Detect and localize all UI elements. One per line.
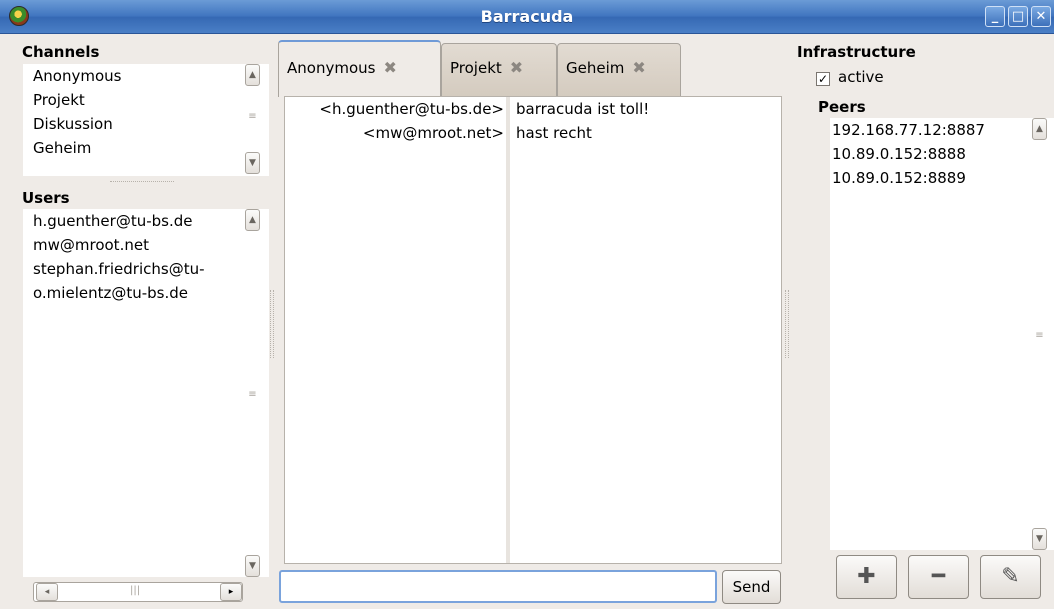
minus-icon: ━ bbox=[931, 564, 946, 589]
chat-view[interactable]: <h.guenther@tu-bs.de> <mw@mroot.net> barr… bbox=[284, 96, 782, 564]
title-bar[interactable]: Barracuda _ □ ✕ bbox=[0, 0, 1054, 34]
active-checkbox[interactable]: ✓ bbox=[816, 72, 830, 86]
scroll-grip-icon: ≡ bbox=[1035, 330, 1044, 341]
user-item[interactable]: o.mielentz@tu-bs.de bbox=[23, 281, 243, 305]
chat-message: hast recht bbox=[516, 124, 592, 142]
chat-message: barracuda ist toll! bbox=[516, 100, 650, 118]
tab-label: Projekt bbox=[450, 59, 502, 77]
channel-item[interactable]: Diskussion bbox=[23, 112, 243, 136]
scroll-down-icon[interactable]: ▼ bbox=[1032, 528, 1047, 550]
close-x-icon[interactable]: ✖ bbox=[383, 58, 396, 77]
channels-list[interactable]: Anonymous Projekt Diskussion Geheim ▲ ≡ ▼ bbox=[23, 64, 269, 176]
window-title: Barracuda bbox=[480, 7, 574, 26]
channel-item[interactable]: Anonymous bbox=[23, 64, 243, 88]
right-splitter[interactable] bbox=[785, 290, 789, 358]
users-heading: Users bbox=[22, 189, 70, 207]
plus-icon: ✚ bbox=[857, 564, 876, 589]
channels-splitter[interactable] bbox=[110, 181, 174, 182]
scroll-up-icon[interactable]: ▲ bbox=[245, 209, 260, 231]
close-x-icon[interactable]: ✖ bbox=[510, 58, 523, 77]
message-input-field[interactable] bbox=[281, 572, 715, 601]
add-peer-button[interactable]: ✚ bbox=[836, 555, 897, 599]
tab-anonymous[interactable]: Anonymous ✖ bbox=[278, 40, 441, 97]
tab-label: Geheim bbox=[566, 59, 625, 77]
scroll-grip-icon: ||| bbox=[130, 585, 141, 596]
checkmark-icon: ✓ bbox=[817, 72, 829, 86]
users-horizontal-scrollbar[interactable]: ◂ ||| ▸ bbox=[33, 582, 243, 602]
close-window-button[interactable]: ✕ bbox=[1031, 6, 1051, 27]
peer-item[interactable]: 10.89.0.152:8889 bbox=[822, 166, 1022, 190]
channel-item[interactable]: Projekt bbox=[23, 88, 243, 112]
peers-list[interactable]: 192.168.77.12:8887 10.89.0.152:8888 10.89.… bbox=[830, 118, 1054, 550]
remove-peer-button[interactable]: ━ bbox=[908, 555, 969, 599]
scroll-right-icon[interactable]: ▸ bbox=[220, 583, 242, 601]
active-label: active bbox=[838, 68, 884, 86]
infrastructure-heading: Infrastructure bbox=[797, 43, 916, 61]
peers-scrollbar[interactable]: ▲ ≡ ▼ bbox=[1032, 118, 1049, 550]
maximize-button[interactable]: □ bbox=[1008, 6, 1028, 27]
tab-label: Anonymous bbox=[287, 59, 376, 77]
peer-item[interactable]: 192.168.77.12:8887 bbox=[822, 118, 1022, 142]
user-item[interactable]: mw@mroot.net bbox=[23, 233, 243, 257]
chat-message-column: barracuda ist toll! hast recht bbox=[514, 97, 781, 563]
scroll-down-icon[interactable]: ▼ bbox=[245, 152, 260, 174]
users-list[interactable]: h.guenther@tu-bs.de mw@mroot.net stephan.f… bbox=[23, 209, 269, 577]
scroll-left-icon[interactable]: ◂ bbox=[36, 583, 58, 601]
minimize-button[interactable]: _ bbox=[985, 6, 1005, 27]
tab-geheim[interactable]: Geheim ✖ bbox=[557, 43, 681, 96]
channels-scrollbar[interactable]: ▲ ≡ ▼ bbox=[245, 64, 262, 176]
channel-item[interactable]: Geheim bbox=[23, 136, 243, 160]
edit-icon: ✎ bbox=[1001, 564, 1020, 589]
scroll-up-icon[interactable]: ▲ bbox=[1032, 118, 1047, 140]
users-scrollbar[interactable]: ▲ ≡ ▼ bbox=[245, 209, 262, 577]
chat-nick: <mw@mroot.net> bbox=[362, 124, 504, 142]
peer-item[interactable]: 10.89.0.152:8888 bbox=[822, 142, 1022, 166]
user-item[interactable]: h.guenther@tu-bs.de bbox=[23, 209, 243, 233]
edit-peer-button[interactable]: ✎ bbox=[980, 555, 1041, 599]
tab-projekt[interactable]: Projekt ✖ bbox=[441, 43, 557, 96]
chat-nick: <h.guenther@tu-bs.de> bbox=[319, 100, 504, 118]
message-input[interactable] bbox=[279, 570, 717, 603]
send-button[interactable]: Send bbox=[722, 570, 781, 604]
scroll-grip-icon: ≡ bbox=[248, 111, 257, 122]
chat-nick-column: <h.guenther@tu-bs.de> <mw@mroot.net> bbox=[285, 97, 510, 563]
scroll-grip-icon: ≡ bbox=[248, 389, 257, 400]
peers-heading: Peers bbox=[818, 98, 866, 116]
scroll-up-icon[interactable]: ▲ bbox=[245, 64, 260, 86]
user-item[interactable]: stephan.friedrichs@tu- bbox=[23, 257, 243, 281]
scroll-down-icon[interactable]: ▼ bbox=[245, 555, 260, 577]
channels-heading: Channels bbox=[22, 43, 100, 61]
left-splitter[interactable] bbox=[270, 290, 274, 358]
close-x-icon[interactable]: ✖ bbox=[632, 58, 645, 77]
